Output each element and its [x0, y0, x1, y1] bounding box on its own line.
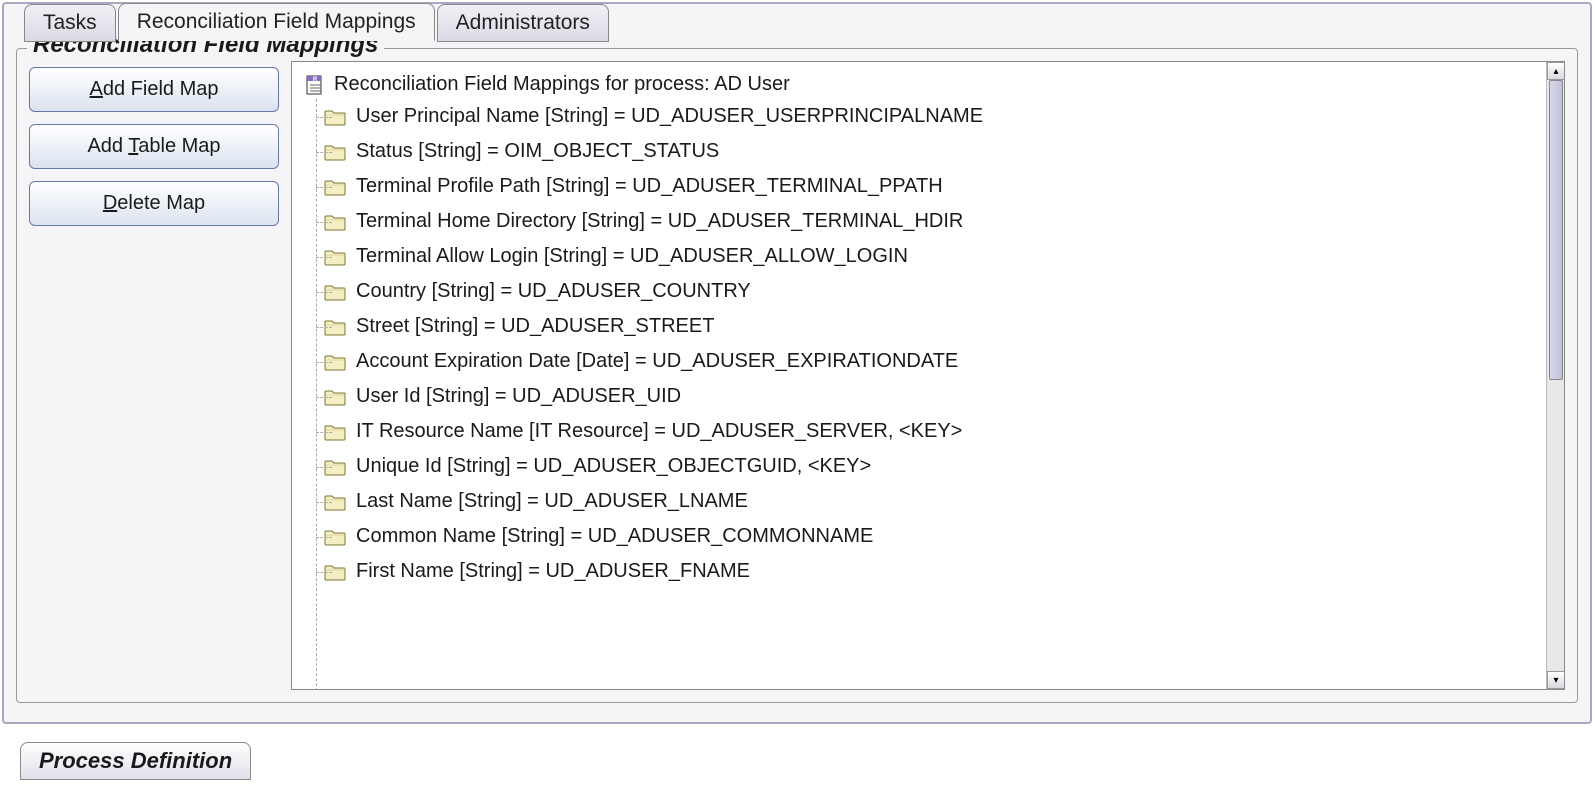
tree-connector: [316, 117, 332, 118]
tree-item-label: Last Name [String] = UD_ADUSER_LNAME: [356, 490, 748, 513]
scrollbar-thumb[interactable]: [1549, 80, 1563, 380]
tree-item-label: IT Resource Name [IT Resource] = UD_ADUS…: [356, 420, 962, 443]
tree-connector: [316, 467, 332, 468]
bottom-tabs: Process Definition: [20, 742, 251, 780]
tree-item-label: Street [String] = UD_ADUSER_STREET: [356, 315, 714, 338]
tree-panel: R Reconciliation Field Mappings for proc…: [291, 61, 1565, 690]
tree-item[interactable]: First Name [String] = UD_ADUSER_FNAME: [324, 554, 1552, 589]
tree-content: R Reconciliation Field Mappings for proc…: [292, 62, 1564, 689]
tree-connector: [316, 327, 332, 328]
tab-tasks[interactable]: Tasks: [24, 4, 116, 42]
tree-item[interactable]: User Principal Name [String] = UD_ADUSER…: [324, 99, 1552, 134]
tree-item[interactable]: Terminal Profile Path [String] = UD_ADUS…: [324, 169, 1552, 204]
tree-item[interactable]: Street [String] = UD_ADUSER_STREET: [324, 309, 1552, 344]
tree-connector: [316, 222, 332, 223]
tree-connector: [316, 362, 332, 363]
tree-item[interactable]: Terminal Allow Login [String] = UD_ADUSE…: [324, 239, 1552, 274]
tab-administrators[interactable]: Administrators: [437, 4, 609, 42]
scroll-down-button[interactable]: ▾: [1547, 671, 1565, 689]
tree-item-label: Common Name [String] = UD_ADUSER_COMMONN…: [356, 525, 873, 548]
tab-process-definition[interactable]: Process Definition: [20, 742, 251, 780]
tree-item[interactable]: User Id [String] = UD_ADUSER_UID: [324, 379, 1552, 414]
tree-item[interactable]: Common Name [String] = UD_ADUSER_COMMONN…: [324, 519, 1552, 554]
tree-item[interactable]: Terminal Home Directory [String] = UD_AD…: [324, 204, 1552, 239]
add-table-map-button[interactable]: Add Table Map: [29, 124, 279, 169]
tree-item-label: Terminal Home Directory [String] = UD_AD…: [356, 210, 963, 233]
tree-item[interactable]: Unique Id [String] = UD_ADUSER_OBJECTGUI…: [324, 449, 1552, 484]
field-mappings-group: Reconciliation Field Mappings Add Field …: [16, 48, 1578, 703]
tree-item[interactable]: Country [String] = UD_ADUSER_COUNTRY: [324, 274, 1552, 309]
tree-connector: [316, 397, 332, 398]
add-field-map-button[interactable]: Add Field Map: [29, 67, 279, 112]
tree-item[interactable]: Status [String] = OIM_OBJECT_STATUS: [324, 134, 1552, 169]
tree-item-label: Status [String] = OIM_OBJECT_STATUS: [356, 140, 719, 163]
document-icon: R: [304, 74, 326, 96]
tree-connector: [316, 152, 332, 153]
tree-item-label: Terminal Allow Login [String] = UD_ADUSE…: [356, 245, 908, 268]
tab-reconciliation-field-mappings[interactable]: Reconciliation Field Mappings: [118, 3, 435, 41]
action-buttons: Add Field Map Add Table Map Delete Map: [29, 61, 279, 690]
svg-text:R: R: [313, 77, 318, 83]
tree-children: User Principal Name [String] = UD_ADUSER…: [304, 99, 1552, 589]
tree-item-label: User Id [String] = UD_ADUSER_UID: [356, 385, 681, 408]
content-area: Add Field Map Add Table Map Delete Map R: [29, 61, 1565, 690]
tree-root-label: Reconciliation Field Mappings for proces…: [334, 73, 790, 96]
tree-item-label: Country [String] = UD_ADUSER_COUNTRY: [356, 280, 751, 303]
tree-root[interactable]: R Reconciliation Field Mappings for proc…: [304, 70, 1552, 99]
tree-item-label: Unique Id [String] = UD_ADUSER_OBJECTGUI…: [356, 455, 871, 478]
tree-connector: [316, 572, 332, 573]
tree-connector: [316, 187, 332, 188]
tree-connector: [316, 292, 332, 293]
top-tabs: Tasks Reconciliation Field Mappings Admi…: [4, 2, 1590, 40]
tree-connector: [316, 502, 332, 503]
tree-connector: [316, 257, 332, 258]
scrollbar-vertical[interactable]: ▴ ▾: [1546, 62, 1564, 689]
tree-item-label: Account Expiration Date [Date] = UD_ADUS…: [356, 350, 958, 373]
tree-item[interactable]: Last Name [String] = UD_ADUSER_LNAME: [324, 484, 1552, 519]
tree-item[interactable]: IT Resource Name [IT Resource] = UD_ADUS…: [324, 414, 1552, 449]
delete-map-button[interactable]: Delete Map: [29, 181, 279, 226]
tree-item-label: User Principal Name [String] = UD_ADUSER…: [356, 105, 983, 128]
tree-connector: [316, 537, 332, 538]
tree-item[interactable]: Account Expiration Date [Date] = UD_ADUS…: [324, 344, 1552, 379]
scroll-up-button[interactable]: ▴: [1547, 62, 1565, 80]
tree-connector: [316, 432, 332, 433]
tree-item-label: First Name [String] = UD_ADUSER_FNAME: [356, 560, 750, 583]
main-panel: Tasks Reconciliation Field Mappings Admi…: [2, 2, 1592, 724]
tree-item-label: Terminal Profile Path [String] = UD_ADUS…: [356, 175, 943, 198]
